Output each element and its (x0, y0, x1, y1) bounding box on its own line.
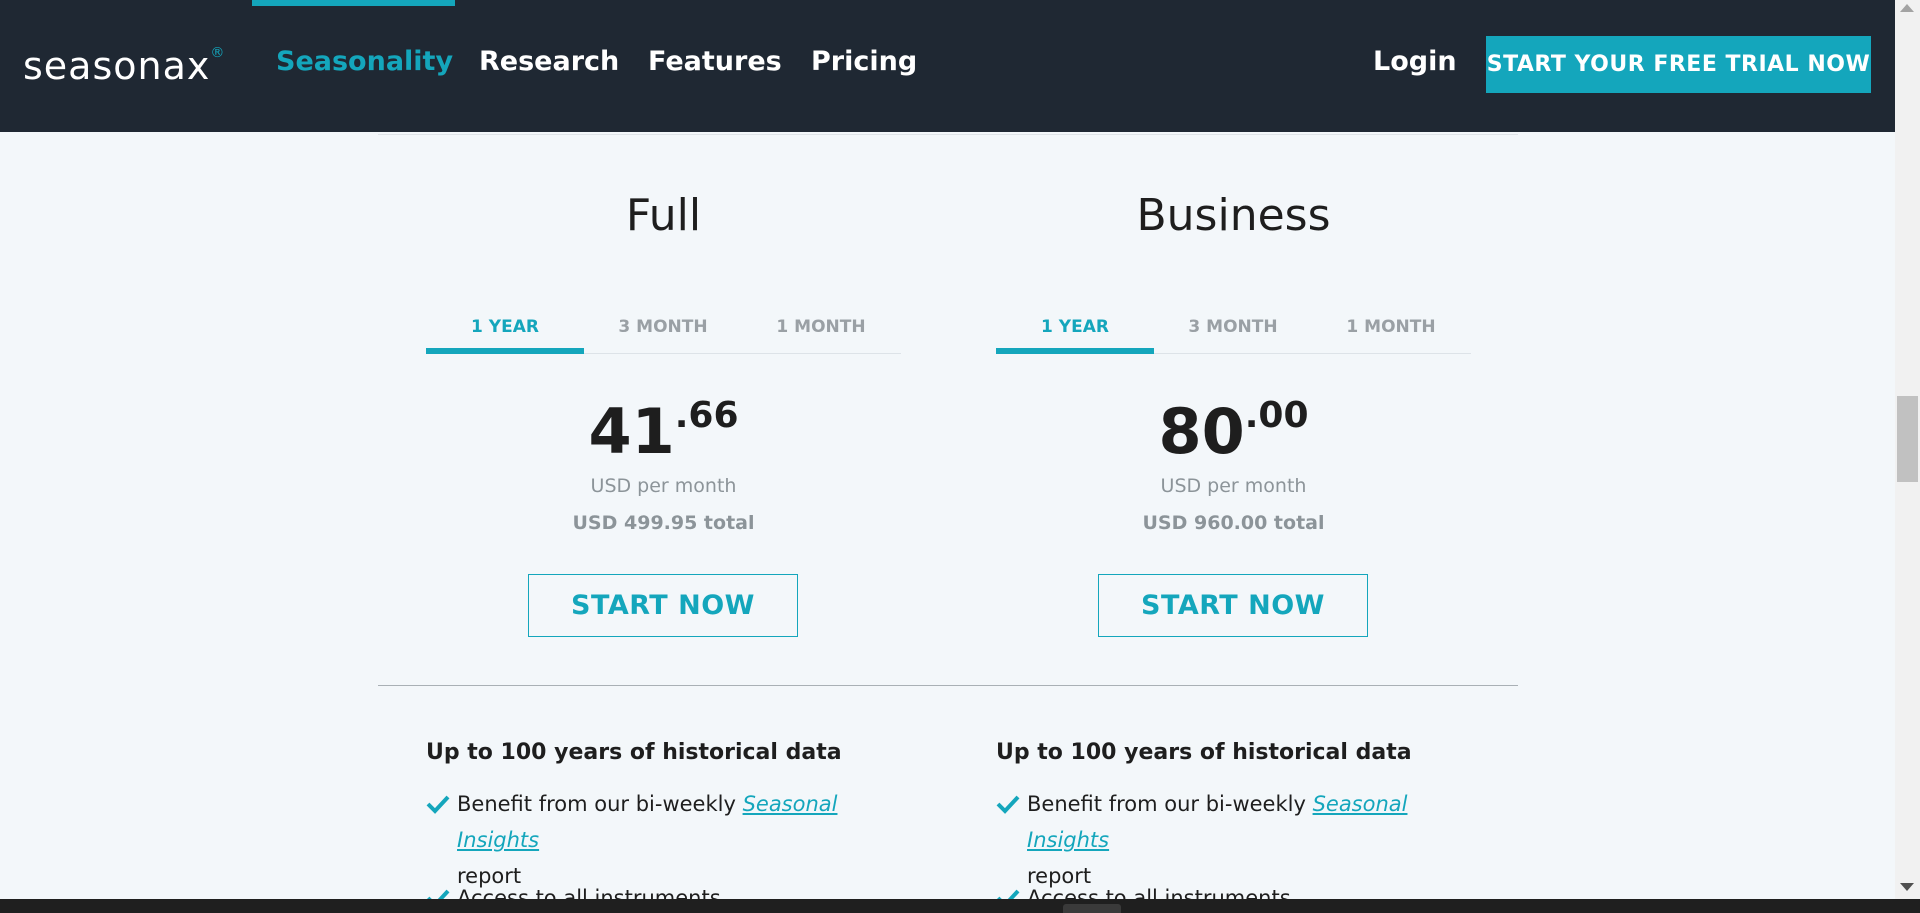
price-total: USD 499.95 total (572, 512, 755, 534)
tab-1-month[interactable]: 1 MONTH (1312, 312, 1470, 354)
start-now-button[interactable]: START NOW (528, 574, 798, 637)
plan-card-full: Full 1 YEAR 3 MONTH 1 MONTH 41.66 USD pe… (426, 190, 901, 637)
price-whole: 80 (1158, 395, 1245, 468)
price-total: USD 960.00 total (1142, 512, 1325, 534)
dock-handle[interactable] (1063, 904, 1121, 913)
price: 41.66 (426, 395, 901, 468)
price-whole: 41 (588, 395, 675, 468)
start-free-trial-button[interactable]: START YOUR FREE TRIAL NOW (1486, 36, 1871, 93)
price-unit: USD per month (590, 475, 737, 497)
check-icon (996, 795, 1020, 814)
feature-list-full: Up to 100 years of historical data Benef… (426, 740, 901, 910)
billing-period-tabs: 1 YEAR 3 MONTH 1 MONTH (996, 312, 1471, 354)
scrollbar-thumb[interactable] (1897, 396, 1918, 482)
tab-1-month[interactable]: 1 MONTH (742, 312, 900, 354)
start-now-button[interactable]: START NOW (1098, 574, 1368, 637)
nav-features[interactable]: Features (648, 46, 782, 77)
tab-3-month[interactable]: 3 MONTH (584, 312, 742, 354)
check-icon (426, 795, 450, 814)
scroll-up-arrow-icon[interactable] (1900, 4, 1914, 12)
features-heading: Up to 100 years of historical data (996, 740, 1412, 765)
billing-period-tabs: 1 YEAR 3 MONTH 1 MONTH (426, 312, 901, 354)
price: 80.00 (996, 395, 1471, 468)
price-cents: .66 (674, 395, 739, 436)
bottom-dock-bar (0, 899, 1920, 913)
login-link[interactable]: Login (1373, 46, 1457, 77)
tab-1-year[interactable]: 1 YEAR (426, 312, 584, 354)
tab-1-year[interactable]: 1 YEAR (996, 312, 1154, 354)
feature-text: Benefit from our bi-weekly (457, 792, 743, 816)
plan-title: Business (1136, 190, 1331, 241)
plan-card-business: Business 1 YEAR 3 MONTH 1 MONTH 80.00 US… (996, 190, 1471, 637)
scroll-down-arrow-icon[interactable] (1900, 883, 1914, 891)
seasonax-logo[interactable]: seasonax® (23, 44, 225, 88)
top-navigation-bar: seasonax® Seasonality Research Features … (0, 0, 1895, 132)
logo-text: seasonax (23, 44, 211, 88)
nav-research[interactable]: Research (479, 46, 619, 77)
section-divider-top (378, 134, 1518, 135)
nav-pricing[interactable]: Pricing (811, 46, 917, 77)
plan-title: Full (625, 190, 702, 241)
section-divider-features (378, 685, 1518, 686)
tab-3-month[interactable]: 3 MONTH (1154, 312, 1312, 354)
features-heading: Up to 100 years of historical data (426, 740, 842, 765)
price-unit: USD per month (1160, 475, 1307, 497)
logo-registered-mark: ® (210, 45, 226, 62)
price-cents: .00 (1244, 395, 1309, 436)
nav-seasonality[interactable]: Seasonality (276, 46, 453, 77)
active-nav-indicator (252, 0, 455, 6)
feature-list-business: Up to 100 years of historical data Benef… (996, 740, 1471, 910)
feature-text: Benefit from our bi-weekly (1027, 792, 1313, 816)
